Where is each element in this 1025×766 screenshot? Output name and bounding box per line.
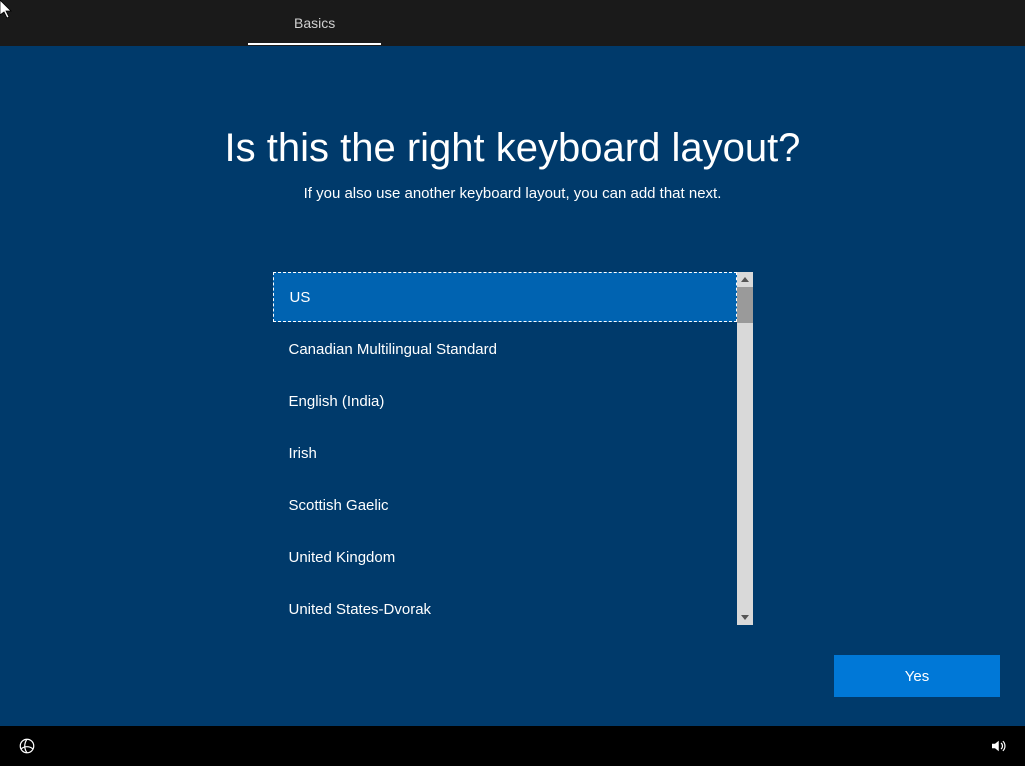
list-item[interactable]: Canadian Multilingual Standard [273, 324, 737, 374]
ease-of-access-icon[interactable] [18, 737, 36, 755]
scroll-up-button[interactable] [737, 272, 753, 287]
list-item[interactable]: Scottish Gaelic [273, 480, 737, 530]
yes-button[interactable]: Yes [834, 655, 1000, 697]
page-title: Is this the right keyboard layout? [225, 126, 801, 171]
list-item[interactable]: United Kingdom [273, 532, 737, 582]
tab-basics[interactable]: Basics [248, 1, 381, 45]
scrollbar[interactable] [737, 272, 753, 625]
list-item[interactable]: English (India) [273, 376, 737, 426]
scroll-thumb[interactable] [737, 287, 753, 323]
list-item[interactable]: US [273, 272, 737, 322]
list-item[interactable]: United States-Dvorak [273, 584, 737, 625]
volume-icon[interactable] [989, 737, 1007, 755]
list-item[interactable]: Irish [273, 428, 737, 478]
top-bar: Basics [0, 0, 1025, 46]
scroll-down-button[interactable] [737, 610, 753, 625]
keyboard-layout-list-wrapper: US Canadian Multilingual Standard Englis… [273, 272, 753, 625]
bottom-bar [0, 726, 1025, 766]
page-subtitle: If you also use another keyboard layout,… [304, 185, 722, 202]
scroll-track[interactable] [737, 287, 753, 610]
main-content: Is this the right keyboard layout? If yo… [0, 46, 1025, 726]
keyboard-layout-list[interactable]: US Canadian Multilingual Standard Englis… [273, 272, 737, 625]
